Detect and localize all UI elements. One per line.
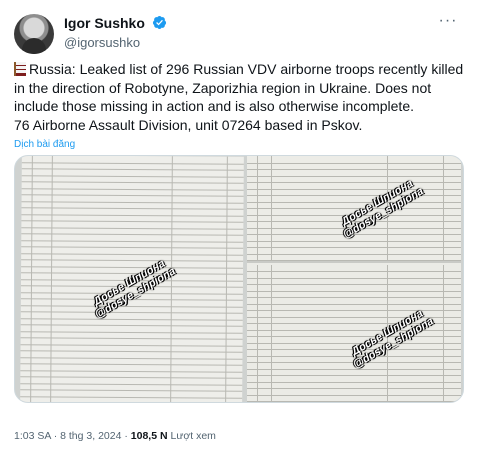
tweet-line-2: in the direction of Robotyne, Zaporizhia…	[14, 79, 432, 96]
table-rule	[21, 265, 244, 269]
table-rule	[247, 368, 461, 370]
table-rule	[21, 181, 244, 184]
table-rule	[247, 260, 461, 261]
table-rule	[20, 369, 243, 373]
table-rule	[21, 200, 244, 204]
flag-icon	[14, 62, 26, 76]
table-rule	[21, 259, 244, 262]
table-rule	[247, 277, 461, 279]
table-rule	[21, 207, 244, 210]
table-rule	[20, 389, 243, 392]
table-rule	[20, 376, 243, 379]
table-rule	[21, 252, 244, 256]
tweet-line-3: include those missing in action and is a…	[14, 98, 414, 114]
table-rule	[20, 324, 243, 327]
table-rule	[247, 247, 461, 248]
table-rule	[247, 162, 461, 164]
table-rule	[20, 363, 243, 366]
table-rule	[247, 381, 461, 383]
views-label: Lượt xem	[170, 430, 216, 442]
tweet-text: Russia: Leaked list of 296 Russian VDV a…	[14, 60, 469, 134]
table-rule	[247, 271, 461, 272]
table-rule	[247, 284, 461, 285]
table-rule	[20, 304, 243, 308]
translate-post-link[interactable]: Dịch bài đăng	[14, 139, 75, 150]
table-rule	[247, 195, 461, 196]
more-options-button[interactable]: ···	[436, 13, 460, 32]
table-rule	[20, 382, 243, 386]
table-rule	[21, 187, 244, 191]
table-rule	[247, 201, 461, 203]
table-rule	[20, 350, 243, 353]
table-rule	[20, 356, 243, 360]
table-rule	[247, 394, 461, 396]
author-display-name[interactable]: Igor Sushko	[64, 15, 145, 31]
verified-badge-icon	[153, 16, 167, 30]
tweet-date[interactable]: 8 thg 3, 2024	[60, 430, 121, 442]
table-rule	[21, 220, 244, 223]
table-rule	[21, 194, 244, 197]
table-rule	[20, 311, 243, 314]
table-rule	[247, 297, 461, 298]
table-rule	[20, 402, 242, 403]
table-rule	[247, 401, 461, 402]
tweet-line-4: 76 Airborne Assault Division, unit 07264…	[14, 116, 363, 133]
table-rule	[20, 395, 243, 399]
table-rule	[247, 290, 461, 292]
media-image[interactable]: Досье Шпиона @dosye_shpiona Досье Шпиона @…	[14, 155, 464, 403]
table-rule	[247, 188, 461, 190]
table-rule	[247, 182, 461, 183]
tweet-header: Igor Sushko @igorsushko ···	[14, 10, 464, 54]
table-rule	[20, 330, 243, 334]
table-rule	[20, 317, 243, 321]
table-rule	[247, 303, 461, 305]
table-rule	[247, 175, 461, 177]
table-rule	[247, 240, 461, 242]
table-rule	[247, 169, 461, 170]
table-rule	[21, 213, 244, 217]
table-rule	[20, 343, 243, 347]
avatar[interactable]	[14, 14, 54, 54]
table-rule	[247, 310, 461, 311]
table-rule	[247, 336, 461, 337]
table-rule	[21, 239, 244, 243]
table-rule	[21, 174, 244, 178]
tweet-line-1: Russia: Leaked list of 296 Russian VDV a…	[29, 61, 464, 77]
table-rule	[21, 168, 244, 171]
table-rule	[247, 388, 461, 389]
table-rule	[247, 329, 461, 331]
author-names: Igor Sushko @igorsushko	[64, 14, 167, 50]
table-rule	[21, 161, 244, 165]
table-rule	[247, 342, 461, 344]
tweet-time[interactable]: 1:03 SA	[14, 430, 51, 442]
table-rule	[21, 246, 244, 249]
table-rule	[21, 233, 244, 236]
author-handle[interactable]: @igorsushko	[64, 35, 167, 50]
table-rule	[20, 337, 243, 340]
view-count: 108,5 N	[130, 430, 168, 442]
table-rule	[247, 253, 461, 255]
table-rule	[247, 375, 461, 376]
table-rule	[21, 226, 244, 230]
tweet-meta: 1:03 SA · 8 thg 3, 2024 · 108,5 N Lượt x…	[14, 430, 216, 442]
